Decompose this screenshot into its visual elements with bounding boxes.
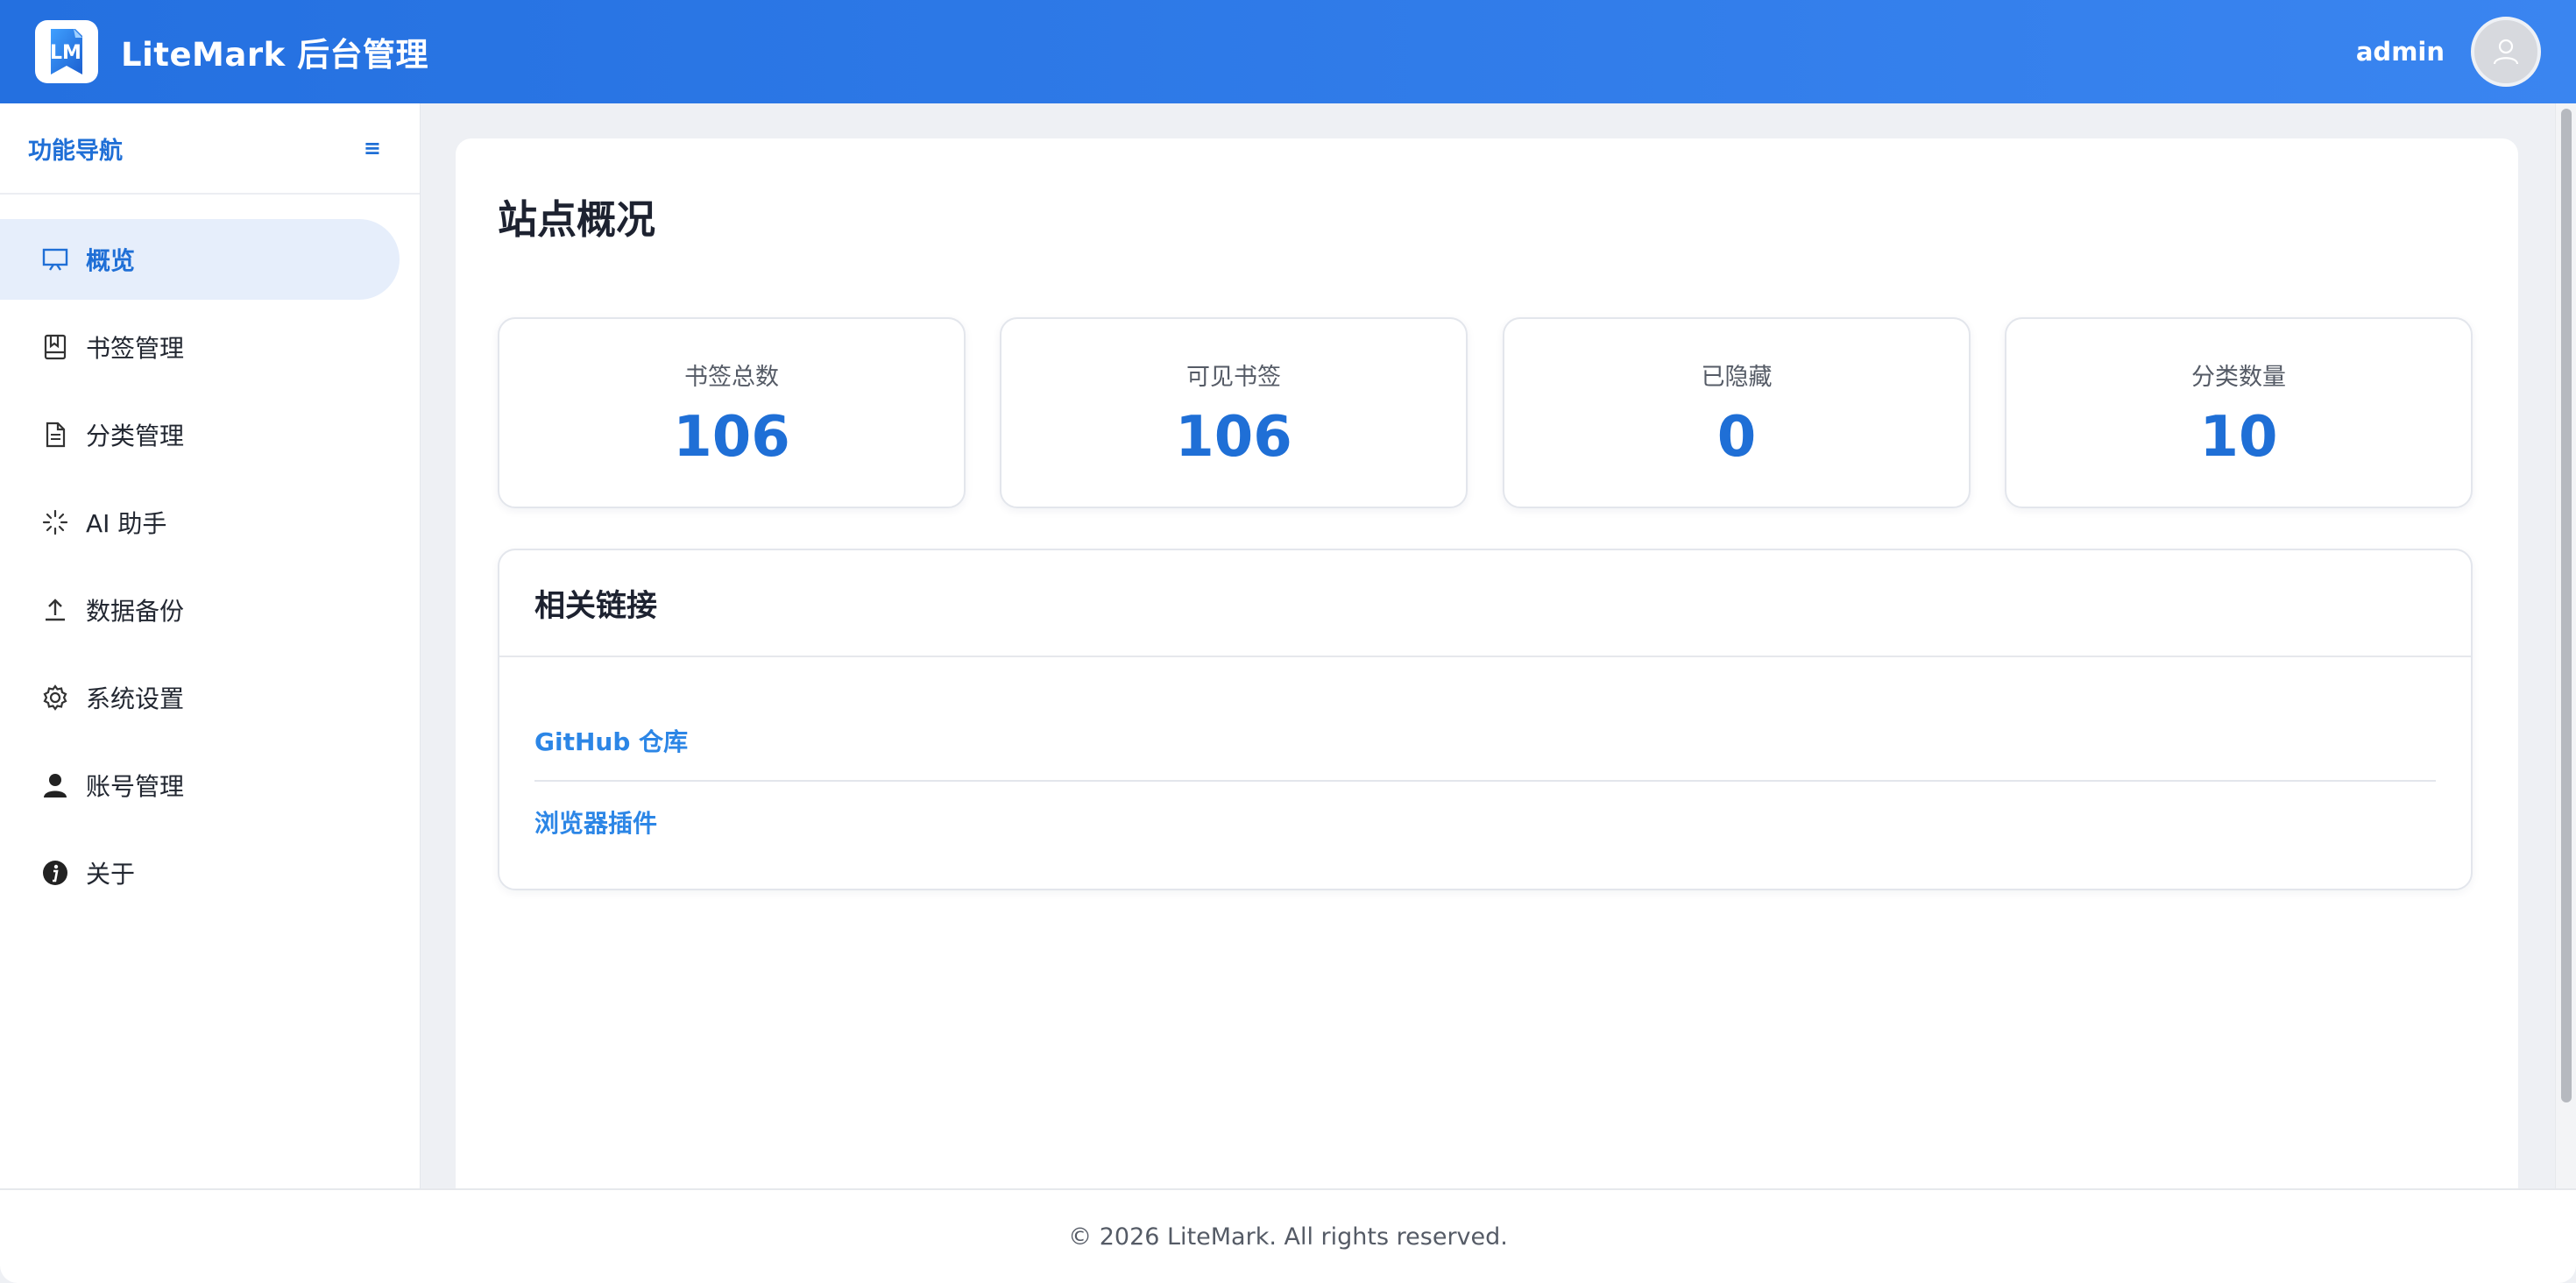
top-header: LM LiteMark 后台管理 admin (0, 0, 2576, 103)
stat-card-total-bookmarks: 书签总数 106 (498, 317, 966, 508)
app-window: LM LiteMark 后台管理 admin 功能导航 ≡ 概览 书签管理 分类… (0, 0, 2576, 1283)
stat-value: 10 (2199, 405, 2278, 470)
info-icon (40, 858, 70, 888)
stat-value: 106 (673, 405, 790, 470)
user-icon (40, 770, 70, 800)
document-icon (40, 420, 70, 450)
copyright-text: © 2026 LiteMark. All rights reserved. (1068, 1223, 1508, 1251)
sidebar-item-bookmarks[interactable]: 书签管理 (0, 307, 400, 387)
app-logo: LM (35, 20, 98, 83)
svg-text:LM: LM (50, 42, 81, 64)
sidebar: 功能导航 ≡ 概览 书签管理 分类管理 AI 助手 数据备份 系统设置 账号管理… (0, 103, 421, 1188)
stat-label: 已隐藏 (1701, 364, 1773, 391)
footer: © 2026 LiteMark. All rights reserved. (0, 1188, 2576, 1283)
stat-label: 分类数量 (2191, 364, 2286, 391)
related-links-list: GitHub 仓库 浏览器插件 (499, 701, 2471, 862)
stat-value: 0 (1716, 405, 1757, 470)
stat-card-hidden: 已隐藏 0 (1503, 317, 1971, 508)
browser-extension-link[interactable]: 浏览器插件 (534, 782, 2436, 862)
sidebar-collapse-button[interactable]: ≡ (364, 136, 381, 160)
sidebar-item-settings[interactable]: 系统设置 (0, 657, 400, 738)
avatar[interactable] (2471, 17, 2541, 87)
user-menu[interactable]: admin (2356, 17, 2541, 87)
main-scrollbar[interactable] (2555, 103, 2576, 1188)
stat-card-categories: 分类数量 10 (2005, 317, 2473, 508)
stat-card-visible-bookmarks: 可见书签 106 (1000, 317, 1468, 508)
sidebar-item-ai-assistant[interactable]: AI 助手 (0, 482, 400, 563)
stat-value: 106 (1175, 405, 1292, 470)
sparkle-icon (40, 507, 70, 537)
stat-label: 可见书签 (1186, 364, 1281, 391)
sidebar-item-label: 关于 (86, 860, 136, 889)
sidebar-item-account[interactable]: 账号管理 (0, 745, 400, 826)
related-links-title: 相关链接 (499, 550, 2471, 657)
monitor-icon (40, 245, 70, 274)
sidebar-item-label: AI 助手 (86, 509, 167, 538)
app-title: LiteMark 后台管理 (121, 36, 429, 74)
gear-icon (40, 683, 70, 712)
sidebar-item-label: 书签管理 (86, 334, 185, 363)
upload-icon (40, 595, 70, 625)
scrollbar-thumb[interactable] (2561, 109, 2572, 1102)
sidebar-item-label: 分类管理 (86, 422, 185, 450)
litemark-logo-icon: LM (50, 29, 82, 74)
sidebar-item-label: 数据备份 (86, 597, 185, 626)
sidebar-item-categories[interactable]: 分类管理 (0, 394, 400, 475)
user-avatar-icon (2493, 39, 2519, 65)
sidebar-item-backup[interactable]: 数据备份 (0, 570, 400, 650)
main-content: 站点概况 书签总数 106 可见书签 106 已隐藏 0 分类数量 10 相关链… (421, 103, 2555, 1208)
username: admin (2355, 37, 2445, 67)
sidebar-title: 功能导航 (28, 137, 123, 165)
sidebar-item-overview[interactable]: 概览 (0, 219, 400, 300)
sidebar-item-label: 系统设置 (86, 684, 185, 713)
sidebar-nav: 概览 书签管理 分类管理 AI 助手 数据备份 系统设置 账号管理 关于 (0, 195, 420, 913)
sidebar-item-about[interactable]: 关于 (0, 833, 400, 913)
sidebar-item-label: 账号管理 (86, 772, 185, 801)
sidebar-item-label: 概览 (86, 246, 136, 275)
sidebar-header: 功能导航 ≡ (0, 103, 420, 195)
stats-row: 书签总数 106 可见书签 106 已隐藏 0 分类数量 10 (498, 317, 2473, 508)
brand[interactable]: LM LiteMark 后台管理 (35, 20, 428, 83)
bookmark-icon (40, 332, 70, 362)
page-title: 站点概况 (498, 196, 656, 243)
stat-label: 书签总数 (684, 364, 779, 391)
overview-panel: 站点概况 书签总数 106 可见书签 106 已隐藏 0 分类数量 10 相关链… (456, 138, 2518, 1208)
github-repo-link[interactable]: GitHub 仓库 (534, 701, 2436, 782)
related-links-card: 相关链接 GitHub 仓库 浏览器插件 (498, 549, 2473, 890)
